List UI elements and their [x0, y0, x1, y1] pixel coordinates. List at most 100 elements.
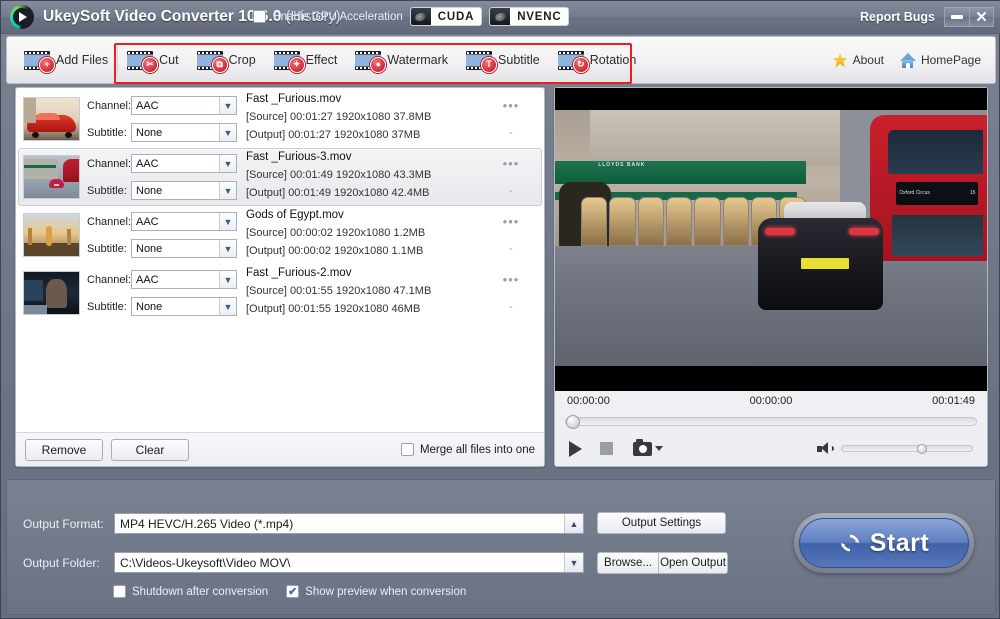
- subtitle-select[interactable]: None ▼: [131, 297, 237, 316]
- preview-timecodes: 00:00:00 00:00:00 00:01:49: [555, 391, 987, 411]
- file-options: Channel: AAC ▼ Subtitle: None ▼: [87, 270, 237, 316]
- close-button[interactable]: ✕: [969, 7, 994, 27]
- subtitle-select[interactable]: None ▼: [131, 181, 237, 200]
- toolbar-label: Watermark: [387, 53, 449, 67]
- toolbar-label: Rotation: [589, 53, 637, 67]
- chevron-down-icon[interactable]: ▼: [219, 124, 236, 141]
- play-button[interactable]: [569, 440, 582, 457]
- cuda-label: CUDA: [437, 10, 475, 23]
- toolbar-button-crop[interactable]: ⧉ Crop: [188, 40, 265, 80]
- table-row[interactable]: Channel: AAC ▼ Subtitle: None ▼: [18, 206, 542, 264]
- homepage-label: HomePage: [920, 53, 981, 67]
- merge-checkbox[interactable]: [400, 443, 414, 456]
- toolbar-button-subtitle[interactable]: T Subtitle: [457, 40, 549, 80]
- channel-select[interactable]: AAC ▼: [131, 154, 237, 173]
- remove-button[interactable]: Remove: [25, 438, 103, 461]
- clear-button[interactable]: Clear: [111, 438, 189, 461]
- shutdown-checkbox[interactable]: [113, 585, 126, 598]
- output-folder-label: Output Folder:: [23, 556, 100, 570]
- channel-select[interactable]: AAC ▼: [131, 270, 237, 289]
- toolbar-button-cut[interactable]: ✂ Cut: [118, 40, 187, 80]
- chevron-down-icon[interactable]: ▼: [219, 213, 236, 230]
- output-folder-input[interactable]: C:\Videos-Ukeysoft\Video MOV\ ▼: [114, 552, 584, 573]
- output-format-select[interactable]: MP4 HEVC/H.265 Video (*.mp4) ▲: [114, 513, 584, 534]
- chevron-down-icon[interactable]: ▼: [219, 298, 236, 315]
- nvenc-badge[interactable]: NVENC: [489, 7, 570, 26]
- channel-select[interactable]: AAC ▼: [131, 96, 237, 115]
- toolbar-button-effect[interactable]: ✦ Effect: [265, 40, 347, 80]
- file-list[interactable]: Channel: AAC ▼ Subtitle: None ▼ Fast _Fu…: [16, 88, 544, 432]
- player-controls: [555, 431, 987, 466]
- nvidia-eye-icon: [490, 8, 511, 25]
- toolbar-button-add-files[interactable]: + Add Files: [15, 40, 117, 80]
- gpu-checkbox[interactable]: [253, 10, 266, 23]
- subtitle-select[interactable]: None ▼: [131, 123, 237, 142]
- show-preview-option[interactable]: ✔ Show preview when conversion: [286, 585, 466, 598]
- preview-panel: LLOYDS BANK Oxford Circus 15 00:00:00 00…: [554, 87, 988, 467]
- volume-handle[interactable]: [917, 444, 928, 454]
- file-source-line: [Source] 00:00:02 1920x1080 1.2MB: [246, 227, 426, 239]
- volume-slider[interactable]: [841, 444, 973, 454]
- film-plus-icon: +: [24, 50, 55, 73]
- table-row[interactable]: Channel: AAC ▼ Subtitle: None ▼: [18, 264, 542, 322]
- volume-control[interactable]: [817, 442, 973, 455]
- row-more-icon[interactable]: •••: [485, 273, 537, 287]
- start-button-inner: Start: [799, 518, 969, 568]
- thumbnail-dark-car-interior: [23, 271, 80, 315]
- file-output-line: [Output] 00:00:02 1920x1080 1.1MB: [246, 245, 424, 257]
- video-preview[interactable]: LLOYDS BANK Oxford Circus 15: [555, 88, 987, 391]
- toolbar-button-watermark[interactable]: ● Watermark: [346, 40, 457, 80]
- channel-label: Channel:: [87, 99, 132, 112]
- speaker-icon[interactable]: [817, 442, 834, 455]
- row-more-icon[interactable]: •••: [485, 157, 537, 171]
- about-label: About: [852, 53, 884, 67]
- file-name: Fast _Furious-2.mov: [246, 267, 352, 279]
- output-settings-button[interactable]: Output Settings: [597, 512, 726, 534]
- subtitle-value: None: [136, 242, 163, 255]
- subtitle-select[interactable]: None ▼: [131, 239, 237, 258]
- table-row[interactable]: Channel: AAC ▼ Subtitle: None ▼: [18, 90, 542, 148]
- seek-bar-wrap: [555, 411, 987, 431]
- row-more-icon[interactable]: •••: [485, 99, 537, 113]
- seek-handle[interactable]: [566, 414, 580, 429]
- app-window: UkeySoft Video Converter 10.6.0 (History…: [0, 0, 1000, 619]
- subtitle-label: Subtitle:: [87, 300, 127, 313]
- minimize-button[interactable]: [944, 7, 969, 27]
- row-more-icon[interactable]: •••: [485, 215, 537, 229]
- channel-value: AAC: [136, 99, 159, 112]
- channel-value: AAC: [136, 273, 159, 286]
- show-preview-checkbox[interactable]: ✔: [286, 585, 300, 598]
- row-actions: ••• -: [485, 157, 537, 198]
- seek-bar[interactable]: [565, 414, 977, 429]
- report-bugs-link[interactable]: Report Bugs: [860, 10, 935, 24]
- open-output-button[interactable]: Open Output: [658, 552, 728, 574]
- chevron-up-icon[interactable]: ▲: [564, 514, 583, 533]
- file-info: Fast _Furious-3.mov [Source] 00:01:49 19…: [246, 151, 485, 203]
- channel-row: Channel: AAC ▼: [87, 212, 237, 231]
- chevron-down-icon[interactable]: ▼: [219, 97, 236, 114]
- merge-files-option[interactable]: Merge all files into one: [400, 443, 535, 456]
- snapshot-button[interactable]: [633, 438, 663, 456]
- chevron-down-icon[interactable]: ▼: [564, 553, 583, 572]
- channel-label: Channel:: [87, 215, 132, 228]
- chevron-down-icon[interactable]: [655, 446, 663, 451]
- file-list-toolbar: Remove Clear Merge all files into one: [16, 432, 544, 466]
- output-format-value: MP4 HEVC/H.265 Video (*.mp4): [120, 516, 294, 531]
- toolbar-button-rotation[interactable]: ↻ Rotation: [549, 40, 646, 80]
- table-row[interactable]: Channel: AAC ▼ Subtitle: None ▼: [18, 148, 542, 206]
- start-button[interactable]: Start: [794, 513, 974, 573]
- about-link[interactable]: About: [832, 52, 884, 68]
- browse-button[interactable]: Browse...: [597, 552, 659, 574]
- chevron-down-icon[interactable]: ▼: [219, 182, 236, 199]
- channel-select[interactable]: AAC ▼: [131, 212, 237, 231]
- chevron-down-icon[interactable]: ▼: [219, 155, 236, 172]
- cuda-badge[interactable]: CUDA: [409, 7, 483, 26]
- toolbar-links: About HomePage: [832, 52, 981, 68]
- chevron-down-icon[interactable]: ▼: [219, 271, 236, 288]
- homepage-link[interactable]: HomePage: [899, 52, 981, 68]
- row-progress: -: [509, 127, 513, 139]
- toolbar-label: Cut: [159, 53, 179, 67]
- chevron-down-icon[interactable]: ▼: [219, 240, 236, 257]
- file-name: Fast _Furious.mov: [246, 93, 342, 105]
- stop-button[interactable]: [582, 442, 613, 455]
